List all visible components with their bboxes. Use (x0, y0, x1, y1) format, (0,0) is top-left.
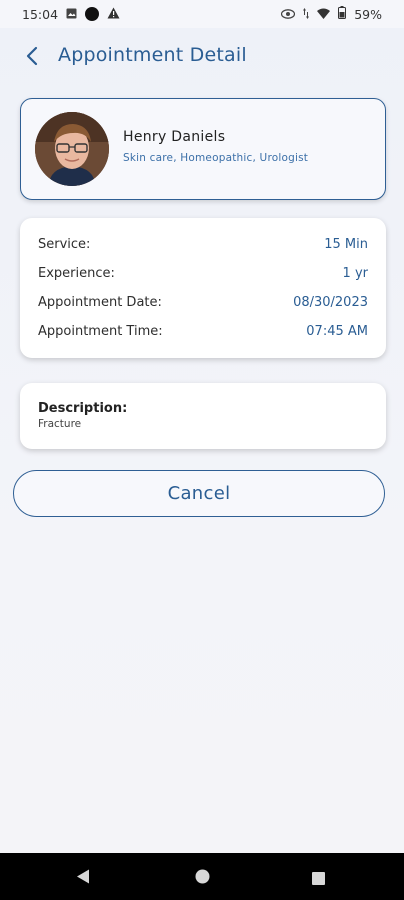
info-label: Appointment Time: (38, 323, 163, 339)
info-value: 15 Min (324, 236, 368, 252)
status-bar: 15:04 59% (0, 0, 404, 28)
cancel-button[interactable]: Cancel (13, 470, 385, 517)
image-notification-icon (66, 7, 77, 22)
info-label: Appointment Date: (38, 294, 162, 310)
avatar (35, 112, 109, 186)
battery-icon (338, 6, 347, 22)
app-header: Appointment Detail (0, 36, 404, 76)
nav-back-button[interactable] (76, 869, 90, 888)
doctor-profile-card[interactable]: Henry Daniels Skin care, Homeopathic, Ur… (20, 98, 386, 200)
eye-icon (281, 7, 296, 22)
info-value: 1 yr (342, 265, 368, 281)
description-title: Description: (38, 401, 128, 416)
record-dot-icon (85, 7, 100, 21)
data-arrows-icon (303, 7, 310, 22)
back-button[interactable] (20, 44, 44, 68)
battery-percent: 59% (354, 6, 382, 22)
circle-home-icon (195, 869, 210, 884)
status-left: 15:04 (22, 7, 120, 22)
info-row-experience: Experience: 1 yr (38, 263, 368, 283)
info-row-service: Service: 15 Min (38, 234, 368, 254)
info-value: 08/30/2023 (293, 294, 368, 310)
wifi-icon (317, 7, 331, 22)
nav-recents-button[interactable] (312, 870, 325, 889)
info-row-date: Appointment Date: 08/30/2023 (38, 292, 368, 312)
square-recents-icon (312, 872, 325, 885)
doctor-specialties: Skin care, Homeopathic, Urologist (123, 152, 309, 164)
appointment-info-card: Service: 15 Min Experience: 1 yr Appoint… (20, 218, 386, 358)
warning-icon (107, 7, 120, 22)
description-text: Fracture (38, 418, 82, 430)
doctor-name: Henry Daniels (123, 129, 226, 145)
triangle-back-icon (77, 869, 89, 884)
info-value: 07:45 AM (306, 323, 368, 339)
status-time: 15:04 (22, 6, 59, 22)
system-nav-bar (0, 853, 404, 900)
info-row-time: Appointment Time: 07:45 AM (38, 321, 368, 341)
info-label: Service: (38, 236, 91, 252)
info-label: Experience: (38, 265, 115, 281)
nav-home-button[interactable] (195, 869, 210, 888)
chevron-left-icon (26, 46, 38, 66)
page-title: Appointment Detail (58, 44, 247, 66)
description-card: Description: Fracture (20, 383, 386, 449)
status-right: 59% (281, 6, 382, 22)
